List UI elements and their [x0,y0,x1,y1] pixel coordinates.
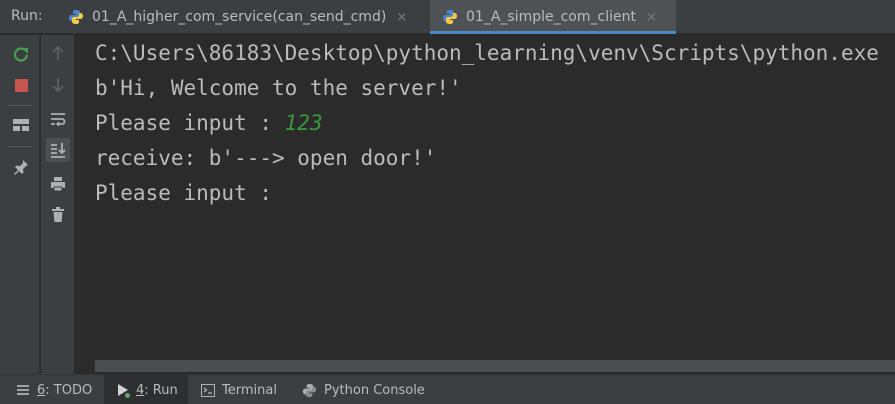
scroll-to-end-icon[interactable] [46,138,70,162]
close-icon[interactable]: × [396,10,407,25]
close-icon[interactable]: × [646,10,657,25]
console-line: receive: b'---> open door!' [95,146,437,170]
tab-label: : TODO [45,382,93,398]
layout-icon[interactable] [9,113,33,137]
tab-terminal[interactable]: Terminal [201,375,293,404]
console-line: Please input : 123 [95,111,323,135]
tab-title: 01_A_higher_com_service(can_send_cmd) [92,9,387,25]
up-arrow-icon[interactable] [46,41,70,65]
tab-mnemonic: 6 [37,382,46,398]
soft-wrap-icon[interactable] [46,107,70,131]
tab-title: 01_A_simple_com_client [466,9,636,25]
tab-todo[interactable]: 6: TODO [0,375,100,404]
tab-simple-com-client[interactable]: 01_A_simple_com_client × [430,0,676,34]
stop-icon[interactable] [9,73,33,97]
terminal-icon [201,383,215,397]
console-output[interactable]: C:\Users\86183\Desktop\python_learning\v… [76,35,895,360]
horizontal-scrollbar[interactable] [95,360,895,372]
console-line: C:\Users\86183\Desktop\python_learning\v… [95,41,879,65]
tab-label: Terminal [222,382,277,398]
tool-window-bar: 6: TODO 4: Run Terminal Python Console [0,374,895,404]
pin-icon[interactable] [9,155,33,179]
run-icon [117,383,130,398]
tab-python-console[interactable]: Python Console [302,375,442,404]
rerun-icon[interactable] [9,42,33,66]
toolbar-divider [8,105,32,106]
console-line: b'Hi, Welcome to the server!' [95,76,462,100]
python-icon [443,10,457,24]
tab-label: Python Console [324,382,425,398]
run-toolbar-right [41,35,75,374]
tab-mnemonic: 4 [136,382,145,398]
print-icon[interactable] [46,172,70,196]
toolbar-divider [8,146,32,147]
console-prompt: Please input : [95,111,285,135]
todo-icon [16,384,30,396]
python-console-icon [302,383,317,398]
down-arrow-icon[interactable] [46,73,70,97]
tab-higher-com-service[interactable]: 01_A_higher_com_service(can_send_cmd) × [62,0,427,34]
trash-icon[interactable] [46,203,70,227]
tab-run[interactable]: 4: Run [104,375,188,404]
run-toolbar-left [0,35,40,374]
console-line: Please input : [95,181,273,205]
python-icon [69,10,83,24]
run-label: Run: [11,8,43,24]
run-tab-bar: Run: 01_A_higher_com_service(can_send_cm… [0,0,895,34]
tab-label: : Run [144,382,178,398]
console-user-input: 123 [284,111,323,135]
